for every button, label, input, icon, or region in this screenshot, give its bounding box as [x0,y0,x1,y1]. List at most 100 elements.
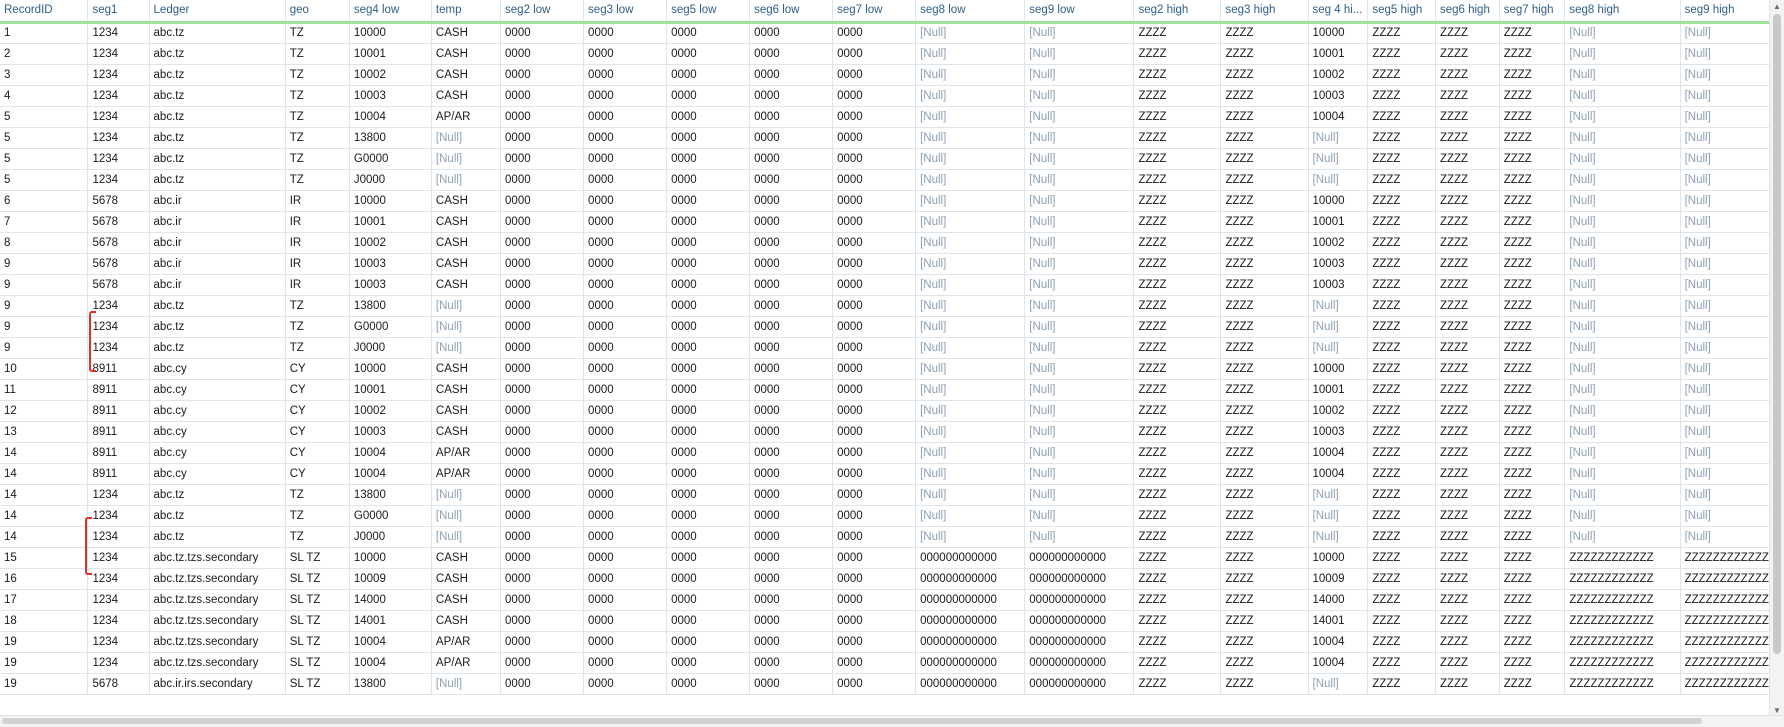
table-cell[interactable]: TZ [285,337,350,359]
table-cell[interactable]: [Null] [1308,127,1369,149]
table-cell[interactable]: ZZZZ [1133,589,1222,611]
table-cell[interactable]: CASH [431,211,502,233]
table-cell[interactable]: 10004 [1308,106,1369,128]
table-cell[interactable]: 0000 [666,253,751,275]
table-row[interactable]: 17 1234 abc.tz.tzs.secondary SL TZ 14000 CASH… [0,589,1770,611]
table-row[interactable]: 5 1234 abc.tz TZ G0000 [Null] 0000 0000 0000 0000… [0,148,1770,170]
table-cell[interactable]: 0000 [500,190,585,212]
chevron-down-icon[interactable]: ▼ [1772,706,1782,715]
table-cell[interactable]: 5 [0,169,89,191]
table-cell[interactable]: 0000 [832,106,917,128]
table-cell[interactable]: 0000 [666,484,751,506]
table-row[interactable]: 9 5678 abc.ir IR 10003 CASH 0000 0000 0000 0000 00… [0,253,1770,275]
table-cell[interactable]: ZZZZ [1133,253,1222,275]
table-cell[interactable]: 0000 [583,253,668,275]
table-cell[interactable]: ZZZZ [1435,442,1500,464]
column-header[interactable]: seg 4 hi... [1308,0,1369,24]
table-cell[interactable]: 0000 [583,22,668,44]
table-cell[interactable]: 0000 [749,400,834,422]
table-cell[interactable]: 14 [0,526,89,548]
table-cell[interactable]: 8911 [87,442,150,464]
table-row[interactable]: 15 1234 abc.tz.tzs.secondary SL TZ 10000 CASH… [0,547,1770,569]
table-cell[interactable]: ZZZZ [1435,295,1500,317]
table-cell[interactable]: [Null] [1564,421,1681,443]
table-cell[interactable]: abc.tz [149,127,286,149]
table-cell[interactable]: [Null] [1024,85,1135,107]
table-row[interactable]: 14 1234 abc.tz TZ G0000 [Null] 0000 0000 0000 000… [0,505,1770,527]
table-cell[interactable]: 0000 [666,652,751,674]
table-cell[interactable]: [Null] [915,421,1026,443]
table-cell[interactable]: 10001 [1308,43,1369,65]
table-cell[interactable]: 10001 [349,43,432,65]
table-cell[interactable]: [Null] [431,337,502,359]
table-cell[interactable]: 14 [0,463,89,485]
table-cell[interactable]: ZZZZ [1367,484,1436,506]
table-cell[interactable]: 0000 [666,505,751,527]
table-cell[interactable]: [Null] [1680,400,1770,422]
table-cell[interactable]: [Null] [1564,295,1681,317]
table-row[interactable]: 5 1234 abc.tz TZ J0000 [Null] 0000 0000 0000 0000… [0,169,1770,191]
table-cell[interactable]: abc.cy [149,442,286,464]
table-cell[interactable]: 1234 [87,295,150,317]
table-cell[interactable]: 000000000000 [915,673,1026,695]
table-cell[interactable]: ZZZZ [1499,673,1566,695]
table-cell[interactable]: 10002 [349,400,432,422]
table-cell[interactable]: ZZZZ [1133,358,1222,380]
table-cell[interactable]: CASH [431,421,502,443]
table-cell[interactable]: 0000 [832,295,917,317]
table-cell[interactable]: ZZZZ [1133,337,1222,359]
table-cell[interactable]: 4 [0,85,89,107]
table-cell[interactable]: ZZZZ [1367,316,1436,338]
table-row[interactable]: 14 1234 abc.tz TZ J0000 [Null] 0000 0000 0000 000… [0,526,1770,548]
table-cell[interactable]: 0000 [500,652,585,674]
table-cell[interactable]: [Null] [915,253,1026,275]
table-cell[interactable]: ZZZZ [1499,169,1566,191]
table-cell[interactable]: ZZZZ [1220,421,1309,443]
table-cell[interactable]: 16 [0,568,89,590]
table-cell[interactable]: 0000 [500,64,585,86]
table-cell[interactable]: 8911 [87,463,150,485]
table-cell[interactable]: 0000 [832,442,917,464]
table-cell[interactable]: ZZZZ [1435,316,1500,338]
table-cell[interactable]: 0000 [500,316,585,338]
table-cell[interactable]: 13800 [349,484,432,506]
table-cell[interactable]: abc.ir.irs.secondary [149,673,286,695]
table-cell[interactable]: ZZZZ [1499,106,1566,128]
table-cell[interactable]: 0000 [583,568,668,590]
table-cell[interactable]: 5 [0,127,89,149]
table-cell[interactable]: ZZZZZZZZZZZZ [1564,589,1681,611]
table-cell[interactable]: ZZZZ [1220,85,1309,107]
table-cell[interactable]: AP/AR [431,106,502,128]
table-cell[interactable]: ZZZZ [1499,274,1566,296]
table-cell[interactable]: ZZZZ [1499,85,1566,107]
table-cell[interactable]: ZZZZ [1367,295,1436,317]
table-cell[interactable]: SL TZ [285,673,350,695]
table-cell[interactable]: 000000000000 [915,547,1026,569]
table-cell[interactable]: [Null] [1308,484,1369,506]
table-cell[interactable]: 8911 [87,379,150,401]
table-cell[interactable]: ZZZZ [1220,463,1309,485]
column-header[interactable]: seg2 low [500,0,585,24]
table-cell[interactable]: abc.tz [149,43,286,65]
table-cell[interactable]: IR [285,253,350,275]
table-cell[interactable]: [Null] [431,505,502,527]
table-cell[interactable]: ZZZZ [1133,484,1222,506]
table-cell[interactable]: [Null] [1680,274,1770,296]
table-cell[interactable]: 000000000000 [1024,589,1135,611]
table-cell[interactable]: 000000000000 [1024,652,1135,674]
table-cell[interactable]: [Null] [1680,358,1770,380]
table-cell[interactable]: ZZZZ [1367,169,1436,191]
table-cell[interactable]: 0000 [500,673,585,695]
table-cell[interactable]: 0000 [666,190,751,212]
table-cell[interactable]: 0000 [749,169,834,191]
table-cell[interactable]: 0000 [749,64,834,86]
table-cell[interactable]: [Null] [1024,358,1135,380]
table-cell[interactable]: ZZZZ [1220,106,1309,128]
table-cell[interactable]: 0000 [749,358,834,380]
table-row[interactable]: 4 1234 abc.tz TZ 10003 CASH 0000 0000 0000 0000 00… [0,85,1770,107]
table-cell[interactable]: 10004 [349,631,432,653]
table-row[interactable]: 7 5678 abc.ir IR 10001 CASH 0000 0000 0000 0000 00… [0,211,1770,233]
table-cell[interactable]: [Null] [1024,274,1135,296]
table-cell[interactable]: ZZZZ [1133,190,1222,212]
table-cell[interactable]: ZZZZ [1220,337,1309,359]
